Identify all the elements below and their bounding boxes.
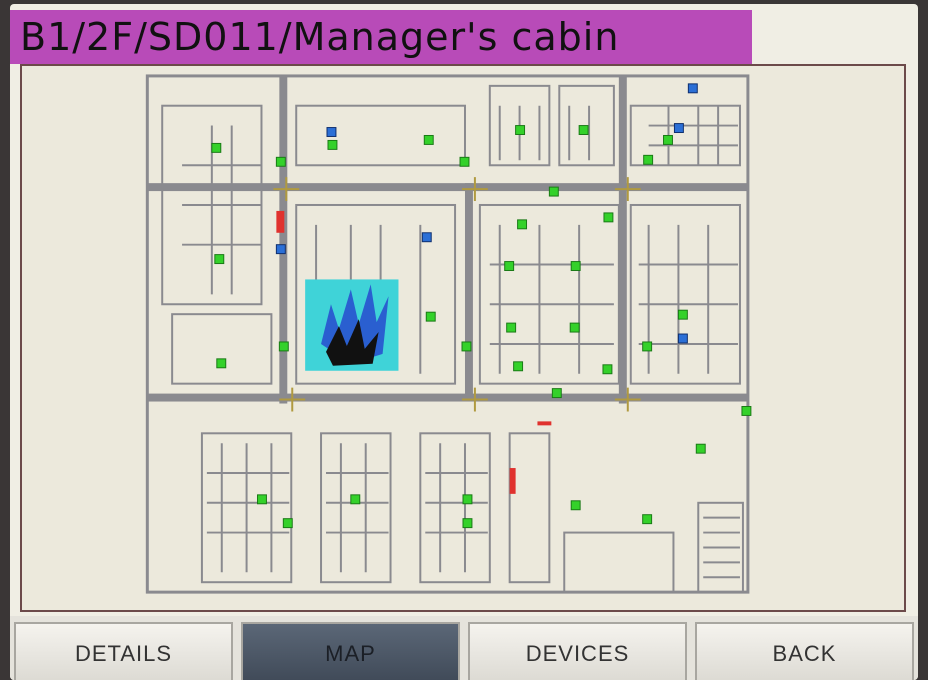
fire-alarm-icon[interactable] (305, 279, 399, 371)
detector-icon (421, 232, 432, 243)
alarm-marker[interactable] (537, 421, 552, 426)
detector-icon (327, 139, 338, 150)
detector-icon (673, 123, 684, 134)
detector-icon (275, 244, 286, 255)
detector-icon (275, 156, 286, 167)
alarm-marker[interactable] (509, 468, 516, 494)
corridor-mid (464, 183, 473, 397)
detector-icon (677, 333, 688, 344)
detector-icon (214, 254, 225, 265)
detector-icon (326, 127, 337, 137)
detector-icon (695, 443, 706, 454)
corridor-upper (147, 183, 748, 192)
detector-icon (570, 261, 581, 271)
room-blocks-upper (161, 84, 741, 385)
detector-icon (462, 518, 473, 529)
map-button[interactable]: MAP (241, 622, 460, 680)
detector-icon (257, 494, 267, 505)
detector-icon (602, 364, 613, 375)
back-button[interactable]: BACK (695, 622, 914, 680)
alarm-marker[interactable] (276, 210, 285, 233)
detector-icon (548, 186, 559, 197)
detector-icon (423, 134, 434, 145)
detector-icon (517, 219, 528, 230)
detector-icon (569, 322, 580, 333)
corridor-lower (147, 393, 748, 402)
building-outline (145, 74, 750, 594)
detector-icon (643, 154, 654, 165)
detector-icon (278, 341, 289, 352)
detector-icon (350, 494, 361, 505)
bottom-navigation: DETAILS MAP DEVICES BACK (10, 616, 918, 680)
floor-plan-map[interactable] (20, 64, 906, 612)
corridor-left (279, 75, 288, 404)
detector-devices[interactable] (211, 83, 752, 529)
room-grid-details (182, 105, 738, 374)
detector-icon (216, 358, 227, 369)
screen: B1/2F/SD011/Manager's cabin DETAILS MAP … (10, 4, 918, 680)
detector-icon (282, 518, 293, 529)
detector-icon (687, 83, 698, 94)
detector-icon (603, 212, 614, 223)
details-button[interactable]: DETAILS (14, 622, 233, 680)
detector-icon (515, 125, 526, 135)
detector-icon (642, 514, 653, 525)
detector-icon (506, 322, 517, 333)
location-title: B1/2F/SD011/Manager's cabin (10, 10, 752, 64)
detector-icon (459, 156, 470, 167)
detector-icon (211, 142, 222, 153)
devices-button[interactable]: DEVICES (468, 622, 687, 680)
corridor-right (618, 75, 627, 404)
floor-plan-svg (145, 74, 752, 594)
detector-icon (513, 361, 524, 372)
detector-icon (741, 406, 752, 416)
room-blocks-lower (200, 432, 744, 594)
detector-icon (551, 388, 562, 399)
detector-icon (504, 261, 515, 271)
detector-icon (425, 311, 436, 322)
detector-icon (462, 494, 473, 505)
detector-icon (461, 341, 472, 352)
detector-icon (677, 309, 688, 320)
detector-icon (663, 134, 673, 145)
detector-icon (570, 500, 581, 511)
detector-icon (642, 341, 653, 352)
detector-icon (578, 125, 589, 135)
